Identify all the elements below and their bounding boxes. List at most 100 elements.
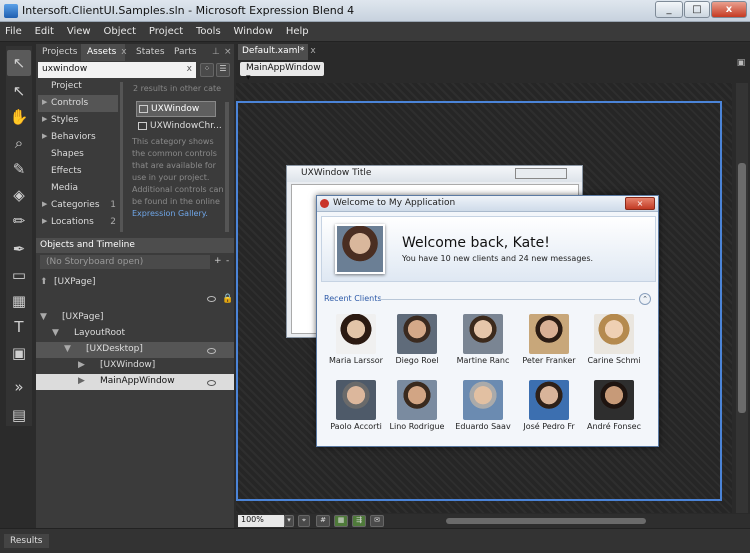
- direct-selection-tool-icon[interactable]: ↖: [7, 78, 31, 104]
- storyboard-picker[interactable]: (No Storyboard open): [40, 255, 210, 269]
- tab-default-xaml[interactable]: Default.xaml* x: [238, 44, 316, 60]
- scroll-thumb[interactable]: [738, 163, 746, 413]
- pin-icon[interactable]: ⊥: [212, 47, 220, 57]
- tab-assets[interactable]: Assets x: [81, 44, 127, 61]
- collapse-section-button[interactable]: ⌃: [639, 293, 651, 305]
- tree-item[interactable]: ▼ LayoutRoot: [36, 326, 234, 342]
- zoom-dropdown-icon[interactable]: ▾: [284, 515, 294, 527]
- result-uxwindow[interactable]: UXWindow: [136, 101, 216, 117]
- collapse-arrow-icon: ▼: [64, 344, 71, 354]
- client-card[interactable]: Carine Schmi: [584, 314, 644, 365]
- asset-search-input[interactable]: uxwindow x: [38, 62, 196, 78]
- zoom-tool-icon[interactable]: ⌕: [7, 130, 31, 156]
- category-controls[interactable]: ▶ Controls: [38, 95, 118, 112]
- fit-icon[interactable]: ⌖: [298, 515, 310, 527]
- asset-search-value: uxwindow: [42, 64, 88, 74]
- tree-label: [UXDesktop]: [86, 344, 143, 354]
- split-view-icon[interactable]: ▣: [734, 58, 748, 82]
- breadcrumb[interactable]: MainAppWindow ▾: [240, 62, 324, 83]
- asset-tool-icon[interactable]: ▤: [7, 402, 31, 428]
- client-card[interactable]: Lino Rodrigue: [387, 380, 447, 431]
- category-shapes[interactable]: Shapes: [38, 146, 118, 163]
- client-card[interactable]: Martine Ranc: [453, 314, 513, 365]
- menu-project[interactable]: Project: [144, 22, 188, 37]
- main-window-close-button[interactable]: ×: [625, 197, 655, 210]
- menu-tools[interactable]: Tools: [191, 22, 226, 37]
- category-categories[interactable]: ▶ Categories 1: [38, 197, 118, 214]
- tab-states[interactable]: States: [130, 44, 171, 61]
- horizontal-scroll-thumb[interactable]: [446, 518, 646, 524]
- menu-object[interactable]: Object: [98, 22, 141, 37]
- rectangle-tool-icon[interactable]: ▭: [7, 262, 31, 288]
- category-locations[interactable]: ▶ Locations 2: [38, 214, 118, 231]
- title-bar: Intersoft.ClientUI.Samples.sln - Microso…: [0, 0, 750, 22]
- control-tool-icon[interactable]: ▣: [7, 340, 31, 366]
- expression-gallery-link[interactable]: Expression Gallery.: [132, 209, 208, 218]
- lock-icon[interactable]: 🔒: [222, 294, 233, 304]
- visibility-eye-icon[interactable]: [207, 296, 216, 302]
- tree-item[interactable]: ⬆ [UXPage]: [36, 275, 234, 291]
- search-clear-icon[interactable]: x: [187, 64, 192, 74]
- menu-file[interactable]: File: [0, 22, 27, 37]
- tab-parts[interactable]: Parts: [168, 44, 202, 61]
- tree-item[interactable]: ▼ [UXPage]: [36, 310, 234, 326]
- category-behaviors[interactable]: ▶ Behaviors: [38, 129, 118, 146]
- close-button[interactable]: x: [711, 1, 747, 18]
- tab-projects[interactable]: Projects: [36, 44, 83, 61]
- result-uxwindowchrome[interactable]: UXWindowChr...: [136, 119, 222, 135]
- client-photo: [594, 314, 634, 354]
- minimize-button[interactable]: _: [655, 1, 683, 18]
- visibility-eye-icon[interactable]: [207, 380, 216, 386]
- text-tool-icon[interactable]: T: [7, 314, 31, 340]
- list-view-icon[interactable]: ☰: [216, 63, 230, 77]
- paint-bucket-tool-icon[interactable]: ◈: [7, 182, 31, 208]
- client-card[interactable]: Eduardo Saav: [453, 380, 513, 431]
- panel-close-icon[interactable]: ×: [224, 47, 232, 57]
- results-scrollbar[interactable]: [225, 102, 229, 232]
- expand-tools-icon[interactable]: »: [7, 374, 31, 400]
- results-tab[interactable]: Results: [4, 534, 49, 548]
- selection-tool-icon[interactable]: ↖: [7, 50, 31, 76]
- pan-tool-icon[interactable]: ✋: [7, 104, 31, 130]
- client-card[interactable]: Paolo Accorti: [326, 380, 386, 431]
- eyedropper-tool-icon[interactable]: ✎: [7, 156, 31, 182]
- category-label: Behaviors: [51, 132, 96, 142]
- client-name: Paolo Accorti: [330, 422, 382, 431]
- grid-view-icon[interactable]: ⁘: [200, 63, 214, 77]
- pen-tool-icon[interactable]: ✒: [7, 236, 31, 262]
- annotations-icon[interactable]: ✉: [370, 515, 384, 527]
- visibility-eye-icon[interactable]: [207, 348, 216, 354]
- objects-timeline-panel: Objects and Timeline (No Storyboard open…: [36, 238, 234, 528]
- tree-item[interactable]: ▶ [UXWindow]: [36, 358, 234, 374]
- category-styles[interactable]: ▶ Styles: [38, 112, 118, 129]
- snap-grid-icon[interactable]: ▦: [334, 515, 348, 527]
- menu-edit[interactable]: Edit: [30, 22, 59, 37]
- brush-tool-icon[interactable]: ✏: [7, 208, 31, 234]
- client-card[interactable]: Diego Roel: [387, 314, 447, 365]
- canvas-vertical-scrollbar[interactable]: [736, 83, 748, 513]
- zoom-field[interactable]: 100%: [238, 515, 284, 527]
- category-scrollbar[interactable]: [120, 82, 123, 232]
- remove-storyboard-button[interactable]: -: [226, 256, 229, 266]
- client-card[interactable]: José Pedro Fr: [519, 380, 579, 431]
- menu-window[interactable]: Window: [229, 22, 278, 37]
- client-card[interactable]: Peter Franker: [519, 314, 579, 365]
- grid-icon[interactable]: #: [316, 515, 330, 527]
- tree-item[interactable]: ▼ [UXDesktop]: [36, 342, 234, 358]
- menu-help[interactable]: Help: [281, 22, 314, 37]
- client-card[interactable]: Maria Larssor: [326, 314, 386, 365]
- snap-lines-icon[interactable]: ⇶: [352, 515, 366, 527]
- grid-tool-icon[interactable]: ▦: [7, 288, 31, 314]
- main-app-window[interactable]: Welcome to My Application × Welcome back…: [316, 195, 659, 447]
- maximize-button[interactable]: □: [684, 1, 710, 18]
- menu-view[interactable]: View: [62, 22, 96, 37]
- category-effects[interactable]: Effects: [38, 163, 118, 180]
- category-media[interactable]: Media: [38, 180, 118, 197]
- add-storyboard-button[interactable]: +: [214, 256, 222, 266]
- tree-item-selected[interactable]: ▶ MainAppWindow: [36, 374, 234, 390]
- doc-tab-close-icon[interactable]: x: [310, 46, 315, 56]
- client-card[interactable]: André Fonsec: [584, 380, 644, 431]
- expand-arrow-icon: ▶: [42, 200, 48, 208]
- tab-assets-close-icon[interactable]: x: [121, 47, 126, 57]
- category-project[interactable]: Project: [38, 78, 118, 95]
